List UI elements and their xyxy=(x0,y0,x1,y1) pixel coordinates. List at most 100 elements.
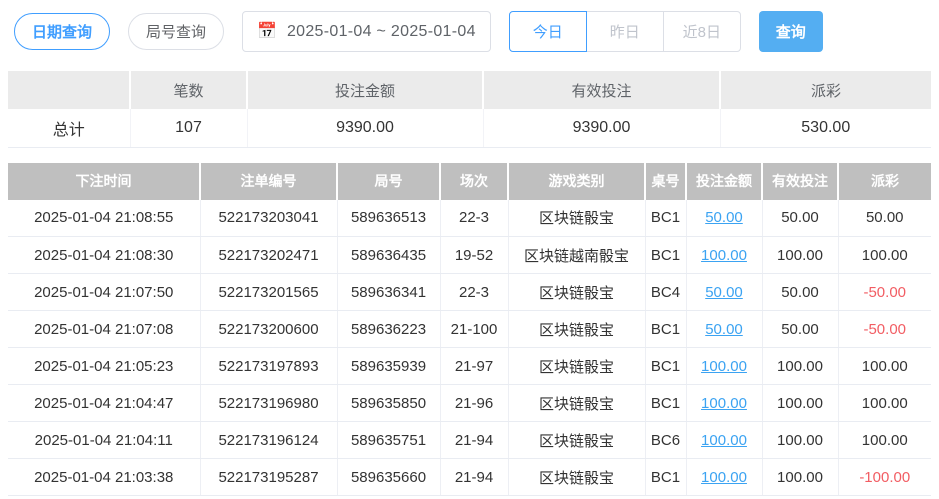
summary-total-payout: 530.00 xyxy=(720,109,931,148)
cell-bet-amount: 100.00 xyxy=(686,347,763,385)
summary-header-blank xyxy=(8,71,131,109)
cell-order-no: 522173197893 xyxy=(200,347,338,385)
bet-amount-link[interactable]: 100.00 xyxy=(701,358,747,375)
cell-valid-bet: 50.00 xyxy=(762,199,839,237)
cell-order-no: 522173202471 xyxy=(200,236,338,274)
cell-payout: 100.00 xyxy=(838,236,931,274)
cell-round-no: 589636513 xyxy=(337,199,441,237)
cell-valid-bet: 50.00 xyxy=(762,310,839,348)
header-round-no: 局号 xyxy=(337,162,441,200)
cell-order-no: 522173203041 xyxy=(200,199,338,237)
summary-table: 笔数 投注金额 有效投注 派彩 总计 107 9390.00 9390.00 5… xyxy=(8,71,931,148)
cell-bet-amount: 50.00 xyxy=(686,199,763,237)
bet-records-section: 下注时间 注单编号 局号 场次 游戏类别 桌号 投注金额 有效投注 派彩 202… xyxy=(8,162,931,496)
summary-header-count: 笔数 xyxy=(130,71,248,109)
cell-game: 区块链骰宝 xyxy=(508,421,646,459)
cell-session: 21-97 xyxy=(440,347,509,385)
header-session: 场次 xyxy=(440,162,509,200)
cell-order-no: 522173200600 xyxy=(200,310,338,348)
header-bet-time: 下注时间 xyxy=(8,162,201,200)
bet-amount-link[interactable]: 100.00 xyxy=(701,469,747,486)
table-row: 2025-01-04 21:04:11 522173196124 589635751… xyxy=(8,421,931,459)
bet-amount-link[interactable]: 50.00 xyxy=(705,209,743,226)
header-game-type: 游戏类别 xyxy=(508,162,646,200)
cell-session: 21-100 xyxy=(440,310,509,348)
cell-time: 2025-01-04 21:08:30 xyxy=(8,236,201,274)
summary-total-label: 总计 xyxy=(8,109,131,148)
cell-valid-bet: 100.00 xyxy=(762,347,839,385)
table-row: 2025-01-04 21:07:50 522173201565 589636341… xyxy=(8,273,931,311)
cell-session: 22-3 xyxy=(440,273,509,311)
cell-table-no: BC6 xyxy=(645,421,687,459)
last-8-days-button[interactable]: 近8日 xyxy=(662,11,741,52)
bet-amount-link[interactable]: 50.00 xyxy=(705,284,743,301)
cell-payout: -50.00 xyxy=(838,310,931,348)
bet-amount-link[interactable]: 50.00 xyxy=(705,321,743,338)
cell-time: 2025-01-04 21:05:23 xyxy=(8,347,201,385)
cell-game: 区块链骰宝 xyxy=(508,199,646,237)
cell-session: 21-96 xyxy=(440,384,509,422)
cell-time: 2025-01-04 21:03:38 xyxy=(8,458,201,496)
date-range-value: 2025-01-04 ~ 2025-01-04 xyxy=(286,22,476,40)
round-query-tab[interactable]: 局号查询 xyxy=(128,13,225,50)
header-payout: 派彩 xyxy=(838,162,931,200)
cell-table-no: BC1 xyxy=(645,199,687,237)
today-button[interactable]: 今日 xyxy=(508,11,587,52)
table-row: 2025-01-04 21:03:38 522173195287 589635660… xyxy=(8,458,931,496)
cell-payout: 50.00 xyxy=(838,199,931,237)
cell-order-no: 522173195287 xyxy=(200,458,338,496)
bet-table-header-row: 下注时间 注单编号 局号 场次 游戏类别 桌号 投注金额 有效投注 派彩 xyxy=(8,162,931,200)
cell-game: 区块链越南骰宝 xyxy=(508,236,646,274)
bet-amount-link[interactable]: 100.00 xyxy=(701,395,747,412)
cell-valid-bet: 50.00 xyxy=(762,273,839,311)
cell-payout: 100.00 xyxy=(838,384,931,422)
cell-time: 2025-01-04 21:08:55 xyxy=(8,199,201,237)
cell-payout: -100.00 xyxy=(838,458,931,496)
summary-header-valid-bet: 有效投注 xyxy=(483,71,721,109)
cell-round-no: 589635939 xyxy=(337,347,441,385)
cell-time: 2025-01-04 21:04:11 xyxy=(8,421,201,459)
cell-order-no: 522173201565 xyxy=(200,273,338,311)
table-row: 2025-01-04 21:08:55 522173203041 589636513… xyxy=(8,199,931,237)
table-row: 2025-01-04 21:07:08 522173200600 589636223… xyxy=(8,310,931,348)
bet-amount-link[interactable]: 100.00 xyxy=(701,432,747,449)
cell-session: 21-94 xyxy=(440,421,509,459)
summary-total-valid-bet: 9390.00 xyxy=(483,109,721,148)
cell-game: 区块链骰宝 xyxy=(508,458,646,496)
cell-order-no: 522173196980 xyxy=(200,384,338,422)
query-toolbar: 日期查询 局号查询 📅 2025-01-04 ~ 2025-01-04 今日 昨… xyxy=(0,0,939,62)
cell-session: 21-94 xyxy=(440,458,509,496)
cell-time: 2025-01-04 21:07:50 xyxy=(8,273,201,311)
cell-round-no: 589636435 xyxy=(337,236,441,274)
quick-range-group: 今日 昨日 近8日 xyxy=(508,11,741,52)
yesterday-button[interactable]: 昨日 xyxy=(585,11,664,52)
cell-bet-amount: 100.00 xyxy=(686,421,763,459)
cell-table-no: BC1 xyxy=(645,458,687,496)
cell-bet-amount: 100.00 xyxy=(686,384,763,422)
cell-valid-bet: 100.00 xyxy=(762,458,839,496)
bet-records-table: 下注时间 注单编号 局号 场次 游戏类别 桌号 投注金额 有效投注 派彩 202… xyxy=(8,162,931,496)
date-query-tab[interactable]: 日期查询 xyxy=(14,13,111,50)
cell-valid-bet: 100.00 xyxy=(762,421,839,459)
cell-table-no: BC1 xyxy=(645,347,687,385)
cell-table-no: BC1 xyxy=(645,310,687,348)
header-table-no: 桌号 xyxy=(645,162,687,200)
date-range-picker[interactable]: 📅 2025-01-04 ~ 2025-01-04 xyxy=(242,11,491,52)
cell-table-no: BC1 xyxy=(645,384,687,422)
cell-table-no: BC1 xyxy=(645,236,687,274)
search-button[interactable]: 查询 xyxy=(758,11,823,52)
cell-game: 区块链骰宝 xyxy=(508,273,646,311)
cell-round-no: 589636341 xyxy=(337,273,441,311)
cell-bet-amount: 100.00 xyxy=(686,458,763,496)
cell-bet-amount: 100.00 xyxy=(686,236,763,274)
table-row: 2025-01-04 21:05:23 522173197893 589635939… xyxy=(8,347,931,385)
cell-round-no: 589635751 xyxy=(337,421,441,459)
cell-bet-amount: 50.00 xyxy=(686,310,763,348)
cell-table-no: BC4 xyxy=(645,273,687,311)
cell-bet-amount: 50.00 xyxy=(686,273,763,311)
cell-round-no: 589635850 xyxy=(337,384,441,422)
summary-header-row: 笔数 投注金额 有效投注 派彩 xyxy=(8,71,931,109)
bet-amount-link[interactable]: 100.00 xyxy=(701,247,747,264)
cell-game: 区块链骰宝 xyxy=(508,347,646,385)
cell-game: 区块链骰宝 xyxy=(508,310,646,348)
